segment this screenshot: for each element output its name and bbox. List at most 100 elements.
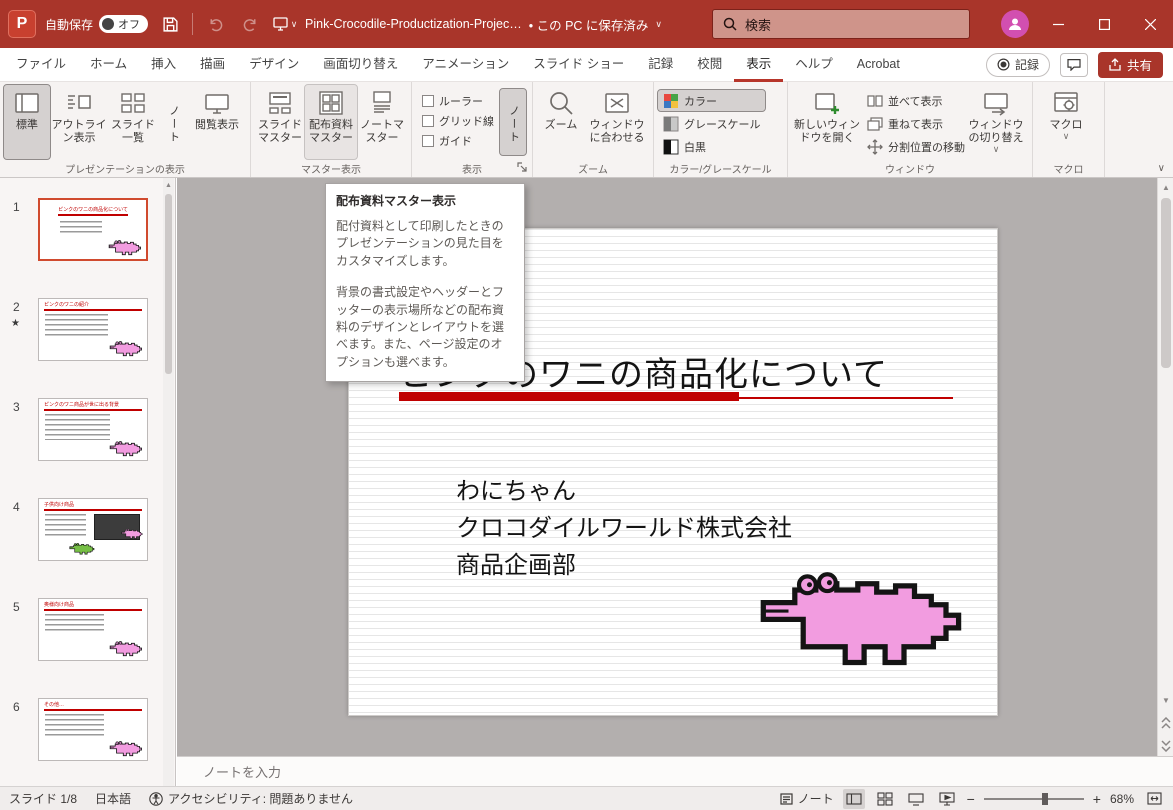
tab-slideshow[interactable]: スライド ショー [521, 48, 636, 82]
search-label: 検索 [745, 15, 771, 34]
powerpoint-logo[interactable]: P [8, 10, 36, 38]
notes-toggle-button[interactable]: ノート [500, 89, 526, 155]
next-slide-button[interactable] [1158, 736, 1173, 756]
previous-slide-button[interactable] [1158, 713, 1173, 733]
black-white-button[interactable]: 白黒 [658, 136, 765, 157]
crocodile-image [121, 526, 143, 542]
notes-pane[interactable]: ノートを入力 [177, 756, 1173, 786]
tab-view[interactable]: 表示 [734, 48, 783, 82]
scrollbar-up-button[interactable]: ▲ [163, 178, 174, 192]
reading-view-button[interactable]: 閲覧表示 [188, 85, 246, 159]
crocodile-image[interactable] [757, 571, 967, 671]
thumbnail-slide-2[interactable]: 2 ★ ピンクのワニの紹介 [0, 296, 176, 396]
normal-view-button[interactable] [843, 789, 865, 809]
display-settings-button[interactable]: ∨ [272, 11, 298, 37]
new-window-button[interactable]: 新しいウィンドウを開く [792, 85, 862, 159]
avatar[interactable] [1001, 10, 1029, 38]
slide-sorter-view-button[interactable] [874, 789, 896, 809]
redo-button[interactable] [237, 11, 263, 37]
accessibility-status[interactable]: アクセシビリティ: 問題ありません [149, 790, 353, 807]
zoom-slider[interactable] [984, 792, 1084, 806]
save-button[interactable] [157, 11, 183, 37]
title-underline-thick [399, 392, 739, 401]
crocodile-image [109, 741, 143, 757]
share-button[interactable]: 共有 [1098, 52, 1163, 78]
grayscale-button[interactable]: グレースケール [658, 113, 765, 134]
handout-master-button[interactable]: 配布資料マスター [305, 85, 357, 159]
slide-body-text[interactable]: わにちゃん クロコダイルワールド株式会社 商品企画部 [456, 473, 792, 584]
move-split-button[interactable]: 分割位置の移動 [862, 136, 964, 157]
fit-slide-icon [1147, 792, 1162, 805]
zoom-slider-thumb[interactable] [1042, 793, 1048, 805]
scrollbar-up-button[interactable]: ▲ [1158, 178, 1173, 196]
minimize-button[interactable] [1035, 0, 1081, 48]
zoom-percentage[interactable]: 68% [1110, 792, 1134, 806]
zoom-button[interactable]: ズーム [537, 85, 585, 159]
tab-acrobat[interactable]: Acrobat [845, 48, 912, 82]
scrollbar-thumb[interactable] [165, 194, 172, 374]
tab-review[interactable]: 校閲 [685, 48, 734, 82]
autosave-toggle[interactable]: オフ [99, 15, 148, 33]
outline-view-button[interactable]: アウトライン表示 [50, 85, 108, 159]
notes-page-button[interactable]: ノート [160, 89, 186, 155]
close-icon [1145, 19, 1156, 30]
language-status[interactable]: 日本語 [95, 790, 131, 807]
normal-view-button[interactable]: 標準 [4, 85, 50, 159]
document-title-area[interactable]: Pink-Crocodile-Productization-Projec… • … [305, 0, 662, 48]
fit-to-window-button[interactable]: ウィンドウに合わせる [585, 85, 649, 159]
slide-canvas[interactable]: ピンクのワニの商品化について わにちゃん クロコダイルワールド株式会社 商品企画… [177, 178, 1157, 756]
thumbnail-slide-1[interactable]: 1 ピンクのワニの商品化について [0, 196, 176, 296]
slide-number: 4 [13, 500, 20, 514]
ruler-checkbox[interactable]: ルーラー [422, 93, 494, 109]
tab-file[interactable]: ファイル [4, 48, 78, 82]
thumbnail-slide-6[interactable]: 6 その他… [0, 696, 176, 796]
thumbnail-slide-4[interactable]: 4 子供向け商品 [0, 496, 176, 596]
tab-animations[interactable]: アニメーション [410, 48, 521, 82]
main-scrollbar[interactable]: ▲ ▼ [1157, 178, 1173, 756]
scrollbar-down-button[interactable]: ▼ [1158, 690, 1173, 710]
color-button[interactable]: カラー [658, 90, 765, 111]
thumbnail-slide-5[interactable]: 5 奥様向け商品 [0, 596, 176, 696]
tab-draw[interactable]: 描画 [188, 48, 237, 82]
reading-view-button[interactable] [905, 789, 927, 809]
undo-button[interactable] [202, 11, 228, 37]
macros-button[interactable]: マクロ ∨ [1037, 85, 1095, 159]
autosave-control[interactable]: 自動保存 オフ [45, 15, 148, 33]
guides-label: ガイド [439, 133, 472, 149]
thumbnail-title: ピンクのワニの商品化について [40, 200, 146, 213]
outline-view-icon [65, 89, 93, 117]
slide-counter[interactable]: スライド 1/8 [9, 790, 77, 807]
slide-thumbnail-panel: 1 ピンクのワニの商品化について 2 ★ ピンクのワニの紹介 3 ピンクのワニ商… [0, 178, 176, 786]
gridlines-checkbox[interactable]: グリッド線 [422, 113, 494, 129]
display-settings-icon [273, 16, 291, 32]
slide-sorter-button[interactable]: スライド一覧 [108, 85, 158, 159]
thumbnail-slide-3[interactable]: 3 ピンクのワニ商品が世に出る背景 [0, 396, 176, 496]
maximize-button[interactable] [1081, 0, 1127, 48]
switch-windows-button[interactable]: ウィンドウの切り替え ∨ [964, 85, 1028, 159]
notes-toggle-button[interactable]: ノート [780, 790, 834, 807]
thumbnail-scrollbar[interactable]: ▲ [163, 178, 174, 786]
tab-home[interactable]: ホーム [78, 48, 139, 82]
tab-insert[interactable]: 挿入 [139, 48, 188, 82]
notes-master-button[interactable]: ノートマスター [357, 85, 407, 159]
close-button[interactable] [1127, 0, 1173, 48]
comments-button[interactable] [1060, 53, 1088, 77]
accessibility-label: アクセシビリティ: 問題ありません [168, 790, 353, 807]
tab-help[interactable]: ヘルプ [783, 48, 845, 82]
cascade-button[interactable]: 重ねて表示 [862, 113, 964, 134]
ribbon-collapse-button[interactable]: ∨ [1158, 163, 1165, 174]
slideshow-button[interactable] [936, 789, 958, 809]
zoom-out-button[interactable]: − [967, 791, 975, 807]
search-box[interactable]: 検索 [712, 9, 970, 39]
notes-input[interactable]: ノートを入力 [203, 762, 281, 781]
tab-transitions[interactable]: 画面切り替え [311, 48, 410, 82]
arrange-all-button[interactable]: 並べて表示 [862, 90, 964, 111]
tab-record[interactable]: 記録 [636, 48, 685, 82]
guides-checkbox[interactable]: ガイド [422, 133, 494, 149]
fit-slide-button[interactable] [1143, 789, 1165, 809]
tab-design[interactable]: デザイン [237, 48, 311, 82]
zoom-in-button[interactable]: + [1093, 791, 1101, 807]
scrollbar-thumb[interactable] [1161, 198, 1171, 368]
slide-master-button[interactable]: スライドマスター [255, 85, 305, 159]
record-button[interactable]: 記録 [986, 53, 1050, 77]
